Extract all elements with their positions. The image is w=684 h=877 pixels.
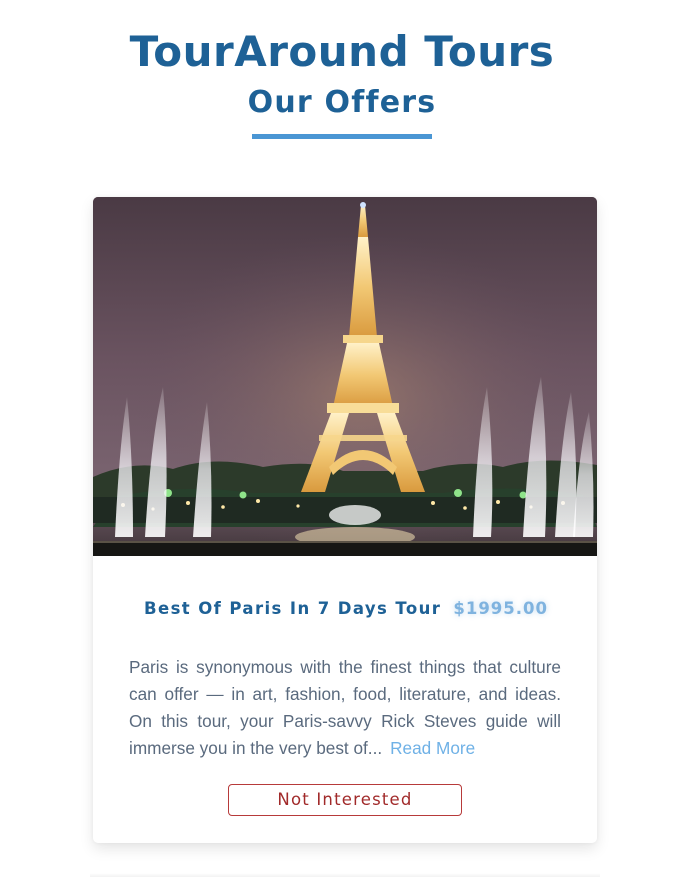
tour-description-text: Paris is synonymous with the finest thin… xyxy=(129,657,561,758)
tour-card: Best Of Paris In 7 Days Tour $1995.00 Pa… xyxy=(93,197,597,843)
eiffel-tower-image xyxy=(93,197,597,556)
tour-name: Best Of Paris In 7 Days Tour xyxy=(144,599,442,618)
read-more-link[interactable]: Read More xyxy=(390,738,475,758)
title-underline xyxy=(252,134,432,139)
tour-card-header: Best Of Paris In 7 Days Tour $1995.00 xyxy=(93,599,597,623)
not-interested-button[interactable]: Not Interested xyxy=(228,784,462,816)
site-title: TourAround Tours xyxy=(129,27,555,76)
page-header: TourAround Tours Our Offers xyxy=(0,0,684,139)
section-title: Our Offers xyxy=(247,85,437,120)
tour-image xyxy=(93,197,597,556)
tour-description: Paris is synonymous with the finest thin… xyxy=(129,654,561,762)
tour-price: $1995.00 xyxy=(453,599,548,618)
next-card-edge xyxy=(90,873,600,877)
